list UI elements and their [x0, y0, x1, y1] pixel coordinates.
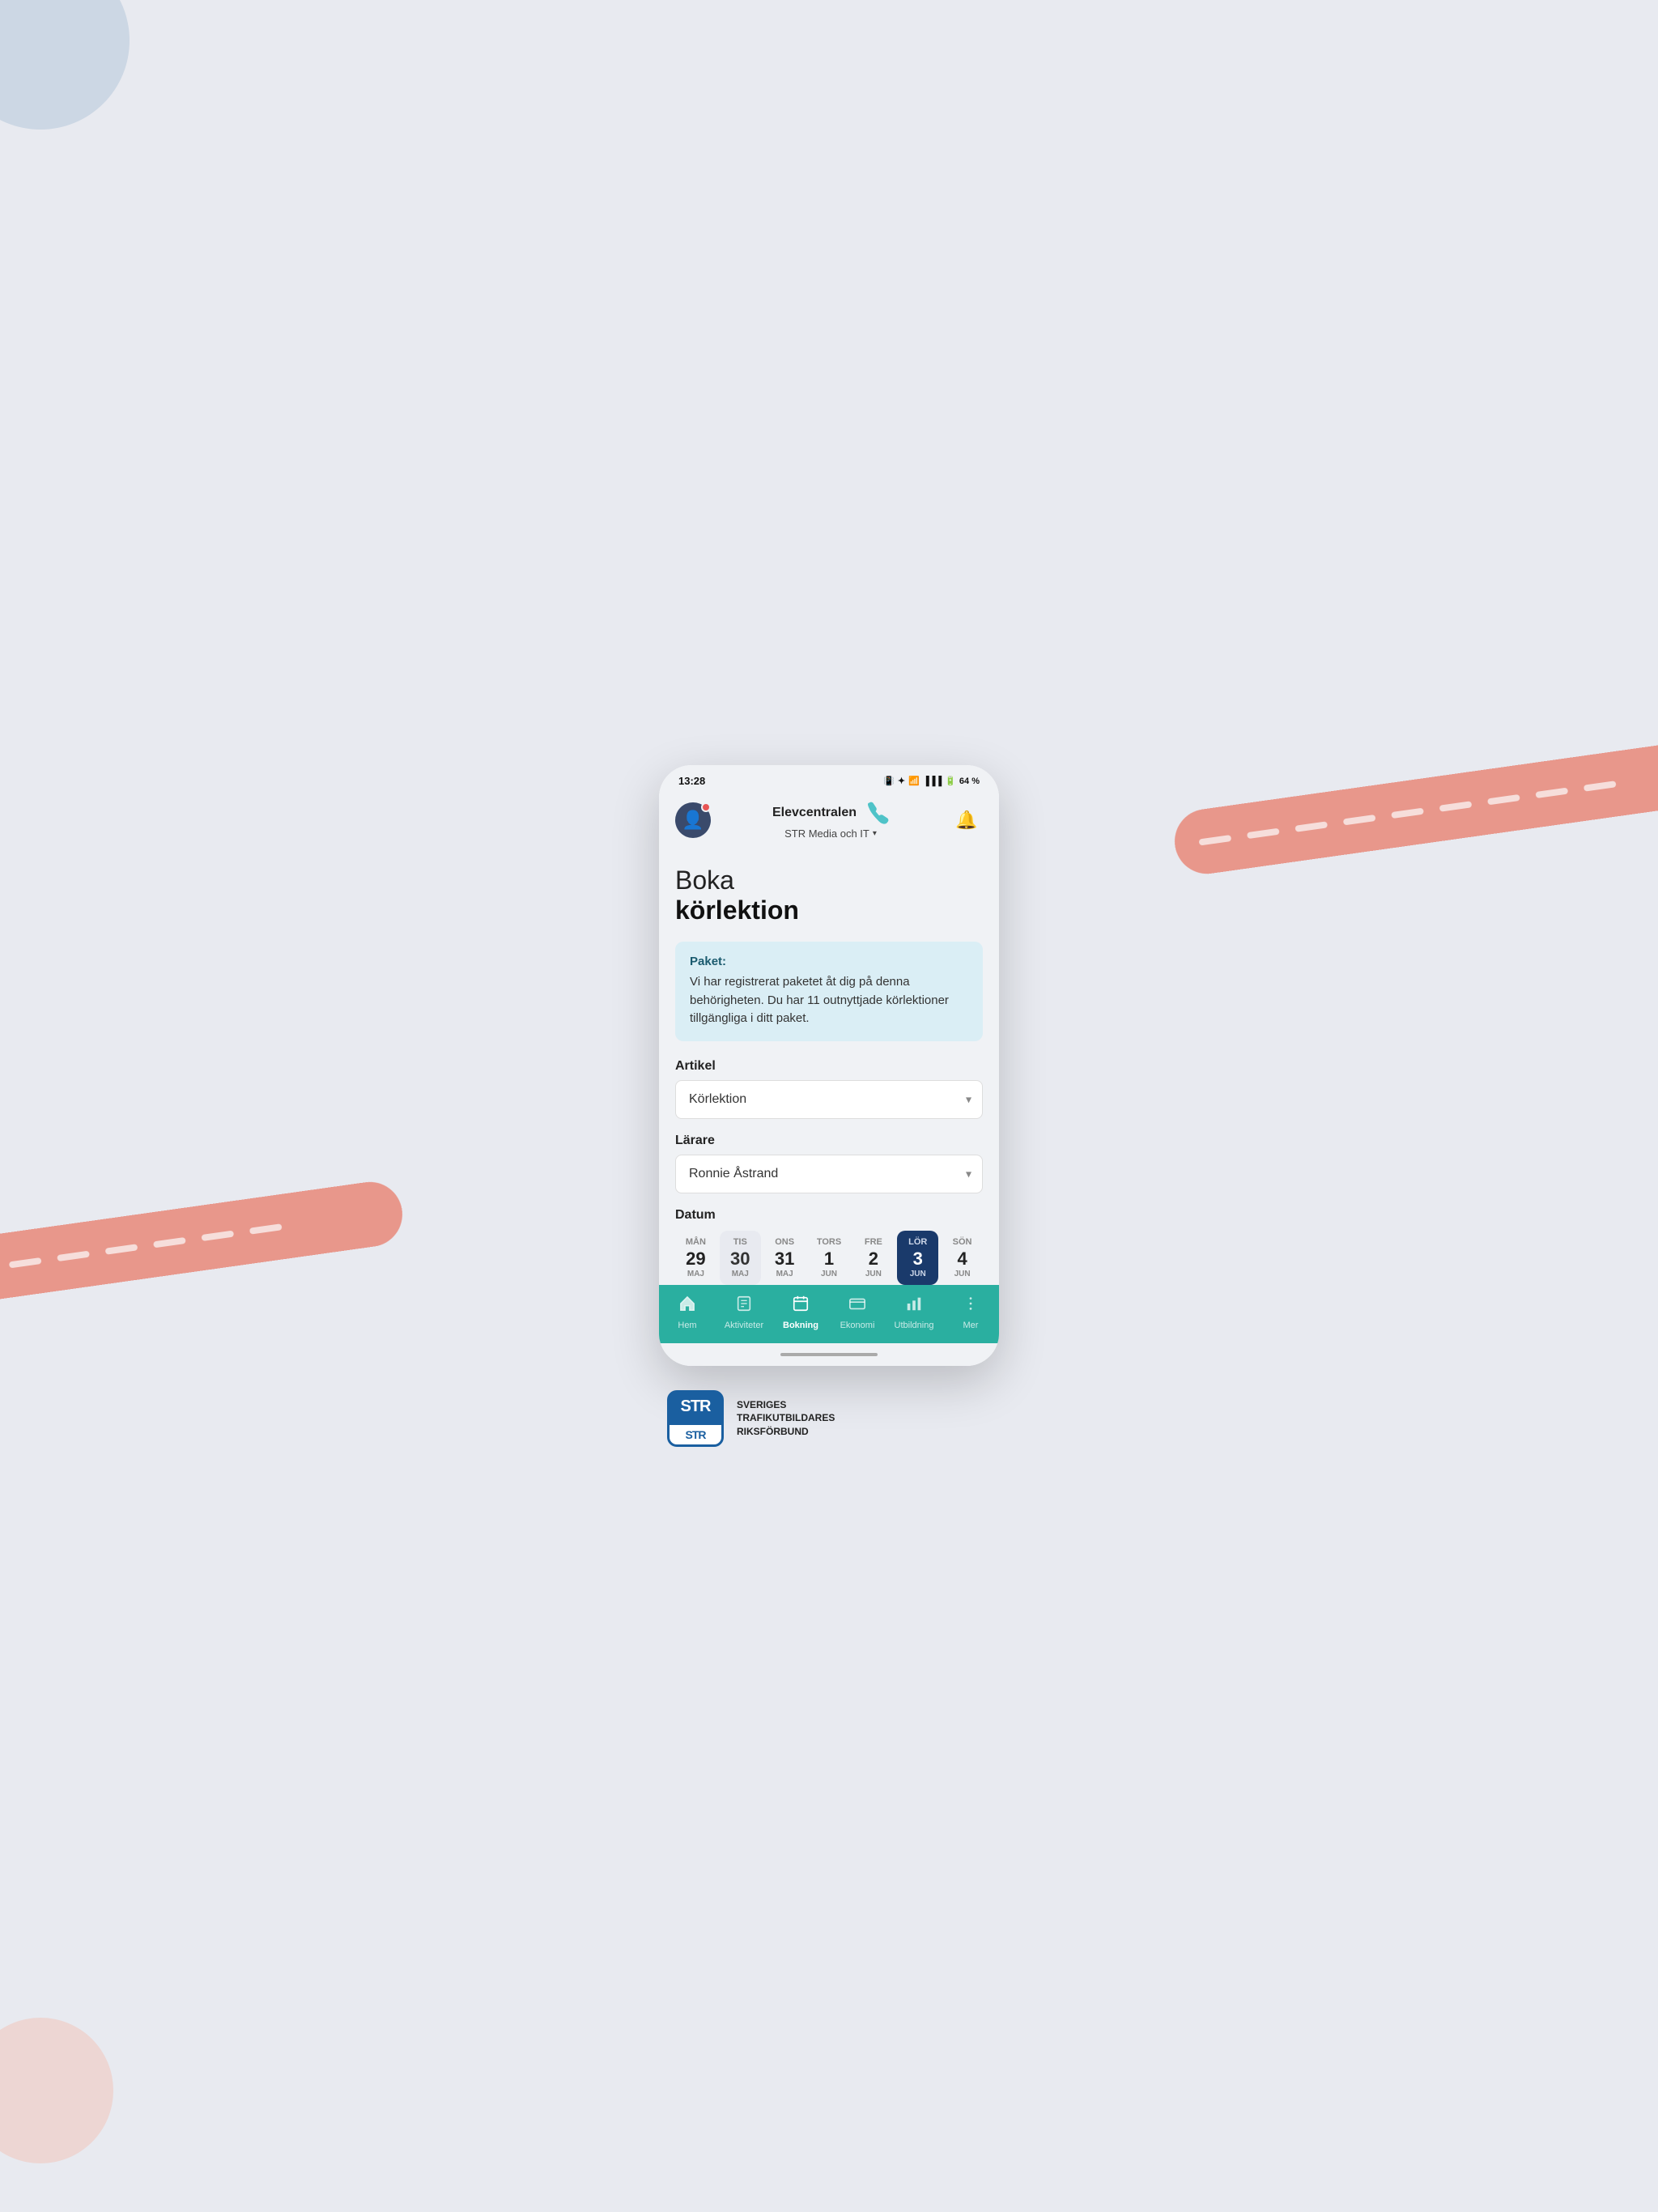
- signal-icon: ▐▐▐: [923, 776, 942, 786]
- phone-frame: 13:28 📳 ✦ 📶 ▐▐▐ 🔋 64 % 👤 Elevcentralen: [659, 765, 999, 1366]
- date-day-name: MÅN: [686, 1237, 706, 1247]
- nav-item-bokning[interactable]: Bokning: [772, 1295, 829, 1330]
- nav-item-hem[interactable]: Hem: [659, 1295, 716, 1330]
- date-day-name: FRE: [865, 1237, 882, 1247]
- date-month: JUN: [865, 1270, 882, 1278]
- date-month: MAJ: [687, 1270, 704, 1278]
- date-day-name: TORS: [817, 1237, 841, 1247]
- phone-wrapper: 13:28 📳 ✦ 📶 ▐▐▐ 🔋 64 % 👤 Elevcentralen: [659, 765, 999, 1447]
- date-month: JUN: [821, 1270, 837, 1278]
- date-number: 1: [824, 1250, 834, 1268]
- info-box-title: Paket:: [690, 955, 968, 968]
- bluetooth-icon: ✦: [898, 776, 905, 786]
- larare-select[interactable]: Ronnie Åstrand: [675, 1155, 983, 1193]
- battery-percent: 64 %: [959, 776, 980, 786]
- nav-icon-utbildning: [905, 1295, 923, 1317]
- status-bar: 13:28 📳 ✦ 📶 ▐▐▐ 🔋 64 %: [659, 765, 999, 793]
- page-title: Boka körlektion: [675, 866, 983, 925]
- nav-item-ekonomi[interactable]: Ekonomi: [829, 1295, 886, 1330]
- artikel-value: Körlektion: [689, 1092, 746, 1107]
- battery-icon: 🔋: [945, 776, 956, 786]
- bg-circle-top-left: [0, 0, 130, 130]
- info-box-text: Vi har registrerat paketet åt dig på den…: [690, 973, 968, 1028]
- date-number: 3: [913, 1250, 923, 1268]
- date-day-name: SÖN: [953, 1237, 972, 1247]
- str-logo-section: STR STR SVERIGES TRAFIKUTBILDARES RIKSFÖ…: [659, 1390, 999, 1447]
- date-number: 31: [775, 1250, 794, 1268]
- date-month: JUN: [954, 1270, 971, 1278]
- nav-item-aktiviteter[interactable]: Aktiviteter: [716, 1295, 772, 1330]
- date-month: MAJ: [732, 1270, 749, 1278]
- date-cell-4-jun[interactable]: SÖN 4 JUN: [942, 1231, 983, 1285]
- nav-label-ekonomi: Ekonomi: [840, 1321, 875, 1330]
- header-subtitle[interactable]: STR Media och IT ▾: [784, 827, 877, 840]
- avatar-notification-badge: [701, 802, 711, 812]
- artikel-label: Artikel: [675, 1059, 983, 1074]
- str-logo-inner: STR: [670, 1425, 721, 1444]
- home-indicator: [659, 1343, 999, 1366]
- date-month: JUN: [910, 1270, 926, 1278]
- date-cell-29-maj[interactable]: MÅN 29 MAJ: [675, 1231, 716, 1285]
- nav-label-bokning: Bokning: [783, 1321, 818, 1330]
- nav-label-utbildning: Utbildning: [895, 1321, 934, 1330]
- date-section: Datum MÅN 29 MAJ TIS 30 MAJ ONS 31 MAJ T…: [675, 1208, 983, 1285]
- wifi-icon: 📶: [908, 776, 920, 786]
- artikel-select[interactable]: Körlektion: [675, 1080, 983, 1119]
- bg-circle-bottom-left: [0, 2018, 113, 2163]
- larare-value: Ronnie Åstrand: [689, 1167, 778, 1181]
- larare-select-wrapper: Ronnie Åstrand ▾: [675, 1155, 983, 1193]
- date-month: MAJ: [776, 1270, 793, 1278]
- nav-icon-hem: [678, 1295, 696, 1317]
- larare-label: Lärare: [675, 1134, 983, 1148]
- status-icons: 📳 ✦ 📶 ▐▐▐ 🔋 64 %: [883, 776, 980, 786]
- datum-label: Datum: [675, 1208, 983, 1223]
- date-number: 29: [686, 1250, 705, 1268]
- user-icon: 👤: [682, 810, 704, 831]
- status-time: 13:28: [678, 775, 705, 787]
- header-title-row: Elevcentralen: [772, 800, 889, 826]
- phone-icon: [863, 800, 889, 826]
- vibrate-icon: 📳: [883, 776, 895, 786]
- nav-label-aktiviteter: Aktiviteter: [725, 1321, 763, 1330]
- nav-icon-ekonomi: [848, 1295, 866, 1317]
- nav-label-hem: Hem: [678, 1321, 696, 1330]
- avatar[interactable]: 👤: [675, 802, 711, 838]
- header-center: Elevcentralen STR Media och IT ▾: [772, 800, 889, 840]
- date-number: 4: [957, 1250, 967, 1268]
- notification-bell-button[interactable]: 🔔: [950, 804, 983, 836]
- date-number: 30: [730, 1250, 750, 1268]
- info-box: Paket: Vi har registrerat paketet åt dig…: [675, 942, 983, 1041]
- date-number: 2: [869, 1250, 878, 1268]
- road-stripe-bottom: [0, 1177, 406, 1321]
- date-day-name: ONS: [775, 1237, 794, 1247]
- date-cell-30-maj[interactable]: TIS 30 MAJ: [720, 1231, 761, 1285]
- nav-label-mer: Mer: [963, 1321, 979, 1330]
- nav-icon-aktiviteter: [735, 1295, 753, 1317]
- date-cell-2-jun[interactable]: FRE 2 JUN: [852, 1231, 894, 1285]
- nav-icon-mer: [962, 1295, 980, 1317]
- nav-item-utbildning[interactable]: Utbildning: [886, 1295, 942, 1330]
- date-cell-3-jun[interactable]: LÖR 3 JUN: [897, 1231, 938, 1285]
- date-cell-31-maj[interactable]: ONS 31 MAJ: [764, 1231, 806, 1285]
- page-title-line2: körlektion: [675, 895, 983, 925]
- bell-icon: 🔔: [955, 810, 977, 831]
- date-day-name: TIS: [733, 1237, 747, 1247]
- home-bar: [780, 1353, 878, 1356]
- date-cell-1-jun[interactable]: TORS 1 JUN: [809, 1231, 850, 1285]
- date-day-name: LÖR: [908, 1237, 927, 1247]
- chevron-down-icon: ▾: [873, 829, 877, 838]
- app-header: 👤 Elevcentralen STR Media och IT ▾ 🔔: [659, 793, 999, 849]
- str-org-name: SVERIGES TRAFIKUTBILDARES RIKSFÖRBUND: [737, 1398, 835, 1439]
- bottom-nav: Hem Aktiviteter Bokning Ekonomi Utbildni…: [659, 1285, 999, 1343]
- app-title: Elevcentralen: [772, 806, 857, 820]
- nav-icon-bokning: [792, 1295, 810, 1317]
- artikel-select-wrapper: Körlektion ▾: [675, 1080, 983, 1119]
- str-logo: STR STR: [667, 1390, 724, 1447]
- page-title-line1: Boka: [675, 866, 983, 895]
- road-stripe-top: [1171, 735, 1658, 878]
- str-logo-text: STR: [681, 1397, 711, 1416]
- main-content: Boka körlektion Paket: Vi har registrera…: [659, 849, 999, 1285]
- date-grid: MÅN 29 MAJ TIS 30 MAJ ONS 31 MAJ TORS 1 …: [675, 1231, 983, 1285]
- nav-item-mer[interactable]: Mer: [942, 1295, 999, 1330]
